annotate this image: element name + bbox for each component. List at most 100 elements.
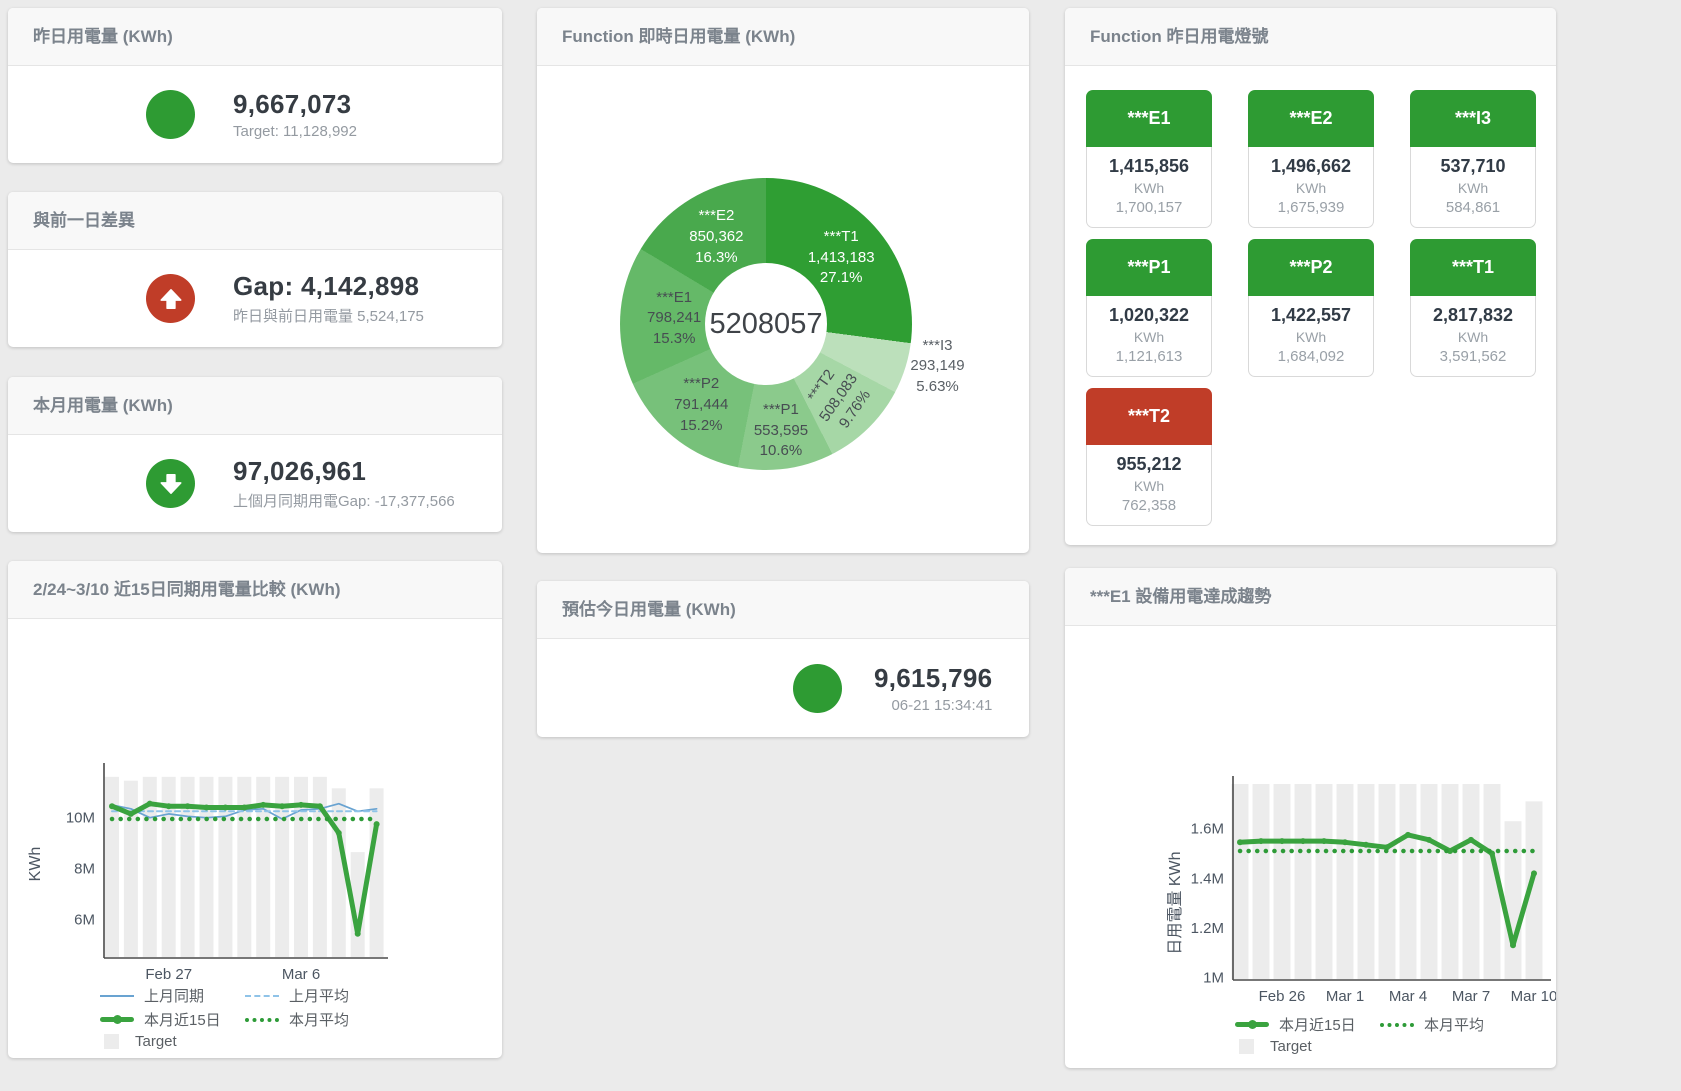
status-circle-icon (146, 90, 195, 139)
donut-slice-label-E2: ***E2850,36216.3% (689, 206, 743, 268)
legend-item-Target[interactable]: Target (1235, 1038, 1380, 1055)
legend-item-本月平均[interactable]: 本月平均 (1380, 1014, 1525, 1035)
svg-text:KWh: KWh (27, 847, 44, 882)
legend-swatch-solid-icon (100, 995, 134, 997)
legend-swatch-dotted-icon (245, 1018, 279, 1022)
legend-swatch-thick-icon (100, 1017, 134, 1022)
tile-unit: KWh (1253, 180, 1369, 196)
card-title: 預估今日用電量 (KWh) (537, 581, 1029, 639)
forecast-value: 9,615,796 (874, 663, 992, 694)
donut-chart-area: 5208057 ***T11,413,18327.1%***I3293,1495… (537, 66, 1029, 553)
legend-swatch-dotted-icon (1380, 1023, 1414, 1027)
legend-label: Target (1270, 1038, 1312, 1055)
tile-status-header: ***P2 (1248, 239, 1374, 296)
tile-value: 955,212 (1091, 454, 1207, 475)
tile-value: 1,422,557 (1253, 305, 1369, 326)
svg-text:Feb 26: Feb 26 (1259, 988, 1306, 1005)
tile-body: 1,422,557 KWh 1,684,092 (1248, 296, 1374, 377)
legend-item-本月近15日[interactable]: 本月近15日 (1235, 1014, 1380, 1035)
device-tile-T2[interactable]: ***T2 955,212 KWh 762,358 (1086, 388, 1212, 526)
card-title: ***E1 設備用電達成趨勢 (1065, 568, 1556, 626)
svg-text:1.2M: 1.2M (1191, 920, 1224, 937)
tile-status-header: ***P1 (1086, 239, 1212, 296)
card-title: 與前一日差異 (8, 192, 502, 250)
card-forecast-today: 預估今日用電量 (KWh) 9,615,796 06-21 15:34:41 (537, 581, 1029, 737)
legend-item-本月平均[interactable]: 本月平均 (245, 1009, 390, 1030)
legend-label: 本月近15日 (1279, 1014, 1356, 1035)
tile-unit: KWh (1415, 329, 1531, 345)
tile-target: 584,861 (1415, 199, 1531, 216)
card-yesterday-usage: 昨日用電量 (KWh) 9,667,073 Target: 11,128,992 (8, 8, 502, 163)
card-e1-trend: ***E1 設備用電達成趨勢 1M1.2M1.4M1.6MFeb 26Mar 1… (1065, 568, 1556, 1068)
svg-text:10M: 10M (66, 810, 95, 827)
e1-trend-chart[interactable]: 1M1.2M1.4M1.6MFeb 26Mar 1Mar 4Mar 7Mar 1… (1065, 761, 1556, 1011)
compare-chart-legend: 上月同期 上月平均本月近15日 本月平均 Target (100, 985, 390, 1050)
tile-target: 762,358 (1091, 497, 1207, 514)
arrow-down-icon (146, 459, 195, 508)
legend-label: 上月同期 (144, 985, 204, 1006)
device-tile-P1[interactable]: ***P11,020,322KWh1,121,613 (1086, 239, 1212, 377)
legend-item-上月平均[interactable]: 上月平均 (245, 985, 390, 1006)
svg-text:Feb 27: Feb 27 (145, 966, 192, 983)
tile-status-header: ***T1 (1410, 239, 1536, 296)
tile-body: 2,817,832KWh3,591,562 (1410, 296, 1536, 377)
card-title: Function 昨日用電燈號 (1065, 8, 1556, 66)
month-usage-value: 97,026,961 (233, 456, 455, 487)
card-realtime-usage: Function 即時日用電量 (KWh) 5208057 ***T11,413… (537, 8, 1029, 553)
device-tile-E2[interactable]: ***E21,496,662KWh1,675,939 (1248, 90, 1374, 228)
svg-text:日用電量 KWh: 日用電量 KWh (1167, 851, 1184, 954)
svg-text:8M: 8M (74, 861, 95, 878)
svg-text:Mar 4: Mar 4 (1389, 988, 1427, 1005)
legend-label: 上月平均 (289, 985, 349, 1006)
legend-label: 本月平均 (1424, 1014, 1484, 1035)
compare-15day-chart[interactable]: 6M8M10MFeb 27Mar 6KWh (8, 741, 500, 986)
tile-value: 1,415,856 (1091, 156, 1207, 177)
tile-target: 1,684,092 (1253, 348, 1369, 365)
device-tiles-grid: ***E11,415,856KWh1,700,157***E21,496,662… (1065, 66, 1556, 526)
legend-label: Target (135, 1033, 177, 1050)
legend-swatch-dashed-icon (245, 995, 279, 997)
tile-target: 1,121,613 (1091, 348, 1207, 365)
month-usage-gap: 上個月同期用電Gap: -17,377,566 (233, 490, 455, 511)
tile-unit: KWh (1415, 180, 1531, 196)
card-usage-lights: Function 昨日用電燈號 ***E11,415,856KWh1,700,1… (1065, 8, 1556, 545)
yesterday-usage-target: Target: 11,128,992 (233, 123, 357, 140)
legend-swatch-thick-icon (1235, 1022, 1269, 1027)
tile-unit: KWh (1091, 478, 1207, 494)
legend-label: 本月平均 (289, 1009, 349, 1030)
tile-status-header: ***T2 (1086, 388, 1212, 445)
device-tile-T1[interactable]: ***T12,817,832KWh3,591,562 (1410, 239, 1536, 377)
legend-label: 本月近15日 (144, 1009, 221, 1030)
device-tile-E1[interactable]: ***E11,415,856KWh1,700,157 (1086, 90, 1212, 228)
legend-item-本月近15日[interactable]: 本月近15日 (100, 1009, 245, 1030)
legend-item-上月同期[interactable]: 上月同期 (100, 985, 245, 1006)
legend-swatch-square-icon (1239, 1039, 1254, 1054)
device-tile-P2[interactable]: ***P2 1,422,557 KWh 1,684,092 (1248, 239, 1374, 377)
legend-item-Target[interactable]: Target (100, 1033, 245, 1050)
tile-unit: KWh (1091, 329, 1207, 345)
gap-value: Gap: 4,142,898 (233, 271, 424, 302)
card-month-usage: 本月用電量 (KWh) 97,026,961 上個月同期用電Gap: -17,3… (8, 377, 502, 532)
device-tile-I3[interactable]: ***I3537,710KWh584,861 (1410, 90, 1536, 228)
card-gap-previous-day: 與前一日差異 Gap: 4,142,898 昨日與前日用電量 5,524,175 (8, 192, 502, 347)
dashboard: 昨日用電量 (KWh) 9,667,073 Target: 11,128,992… (0, 0, 1681, 1091)
svg-text:Mar 1: Mar 1 (1326, 988, 1364, 1005)
gap-subtitle: 昨日與前日用電量 5,524,175 (233, 305, 424, 326)
tile-value: 537,710 (1415, 156, 1531, 177)
tile-status-header: ***E2 (1248, 90, 1374, 147)
donut-slice-label-I3: ***I3293,1495.63% (910, 336, 964, 398)
tile-status-header: ***E1 (1086, 90, 1212, 147)
tile-unit: KWh (1253, 329, 1369, 345)
status-circle-icon (793, 664, 842, 713)
svg-text:6M: 6M (74, 912, 95, 929)
donut-slice-label-P1: ***P1553,59510.6% (754, 400, 808, 462)
tile-body: 1,020,322KWh1,121,613 (1086, 296, 1212, 377)
svg-text:1.6M: 1.6M (1191, 821, 1224, 838)
tile-body: 1,496,662KWh1,675,939 (1248, 147, 1374, 228)
donut-slice-label-E1: ***E1798,24115.3% (647, 288, 701, 350)
svg-text:1.4M: 1.4M (1191, 870, 1224, 887)
donut-center-value: 5208057 (710, 308, 823, 341)
tile-body: 537,710 KWh 584,861 (1410, 147, 1536, 228)
tile-target: 3,591,562 (1415, 348, 1531, 365)
card-title: 昨日用電量 (KWh) (8, 8, 502, 66)
